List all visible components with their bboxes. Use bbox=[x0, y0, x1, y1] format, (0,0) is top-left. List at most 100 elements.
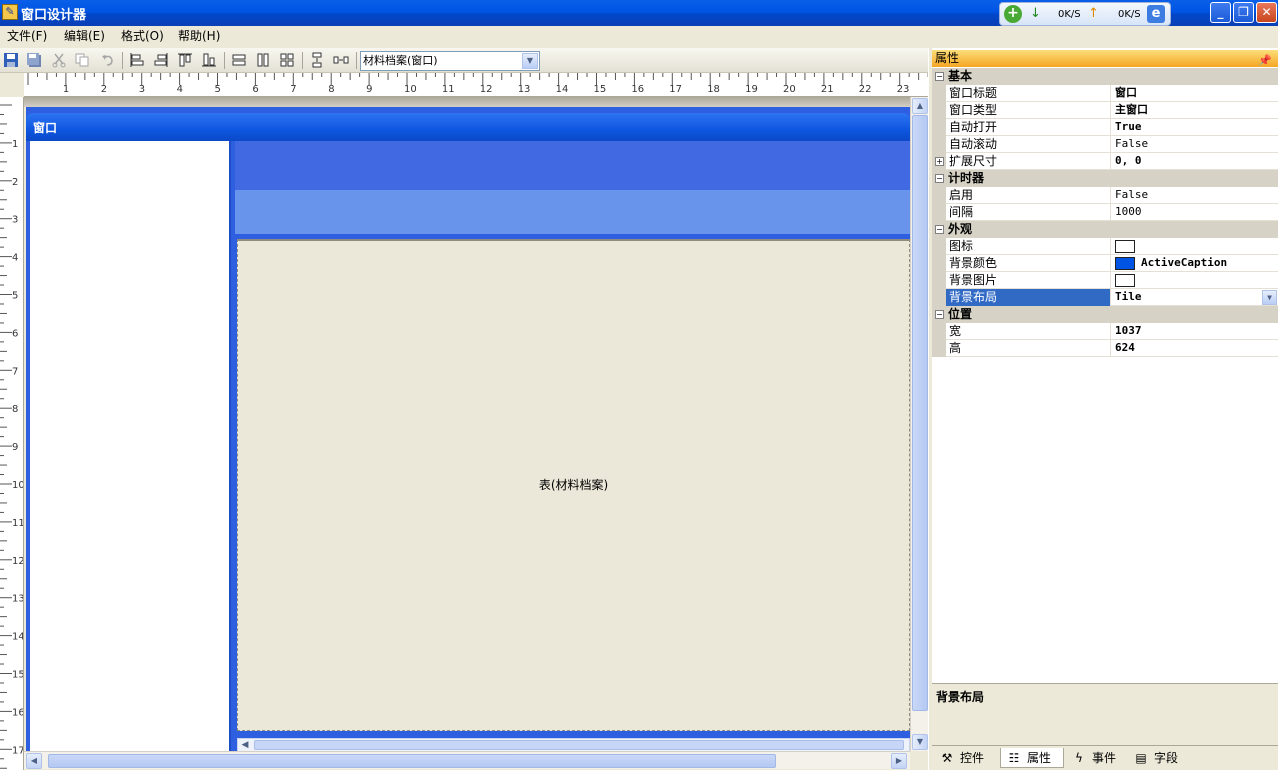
property-row[interactable]: 背景颜色 ActiveCaption bbox=[932, 255, 1278, 272]
cut-icon[interactable] bbox=[51, 52, 67, 68]
property-row[interactable]: 间隔 1000 bbox=[932, 204, 1278, 221]
scroll-left-icon[interactable]: ◀ bbox=[26, 753, 42, 769]
form-caption-bar[interactable]: 窗口 bbox=[26, 113, 910, 141]
property-value[interactable]: 主窗口 bbox=[1112, 102, 1278, 119]
align-bottom-icon[interactable] bbox=[201, 52, 217, 68]
property-row[interactable]: 背景图片 bbox=[932, 272, 1278, 289]
property-row[interactable]: 宽 1037 bbox=[932, 323, 1278, 340]
horizontal-scroll-thumb[interactable] bbox=[48, 754, 776, 768]
chevron-down-icon[interactable]: ▼ bbox=[522, 53, 538, 69]
scroll-left-icon[interactable]: ◀ bbox=[238, 739, 252, 751]
scroll-right-icon[interactable]: ▶ bbox=[891, 753, 907, 769]
save-all-icon[interactable] bbox=[26, 52, 42, 68]
property-value[interactable]: True bbox=[1112, 119, 1278, 136]
tab-4[interactable]: ▤ 字段 bbox=[1128, 748, 1190, 768]
property-row[interactable]: 窗口类型 主窗口 bbox=[932, 102, 1278, 119]
property-name[interactable]: 扩展尺寸 bbox=[946, 153, 1111, 170]
accelerator-icon[interactable]: + bbox=[1004, 5, 1022, 23]
vertical-spacing-icon[interactable] bbox=[309, 52, 325, 68]
lightning-icon: ϟ bbox=[1075, 751, 1083, 765]
property-category[interactable]: − 计时器 bbox=[932, 170, 1278, 187]
table-control[interactable]: 表(材料档案) bbox=[237, 239, 910, 731]
property-value[interactable]: 窗口 bbox=[1112, 85, 1278, 102]
scroll-thumb[interactable] bbox=[254, 740, 904, 750]
property-row[interactable]: + 扩展尺寸 0, 0 bbox=[932, 153, 1278, 170]
property-value[interactable]: 1037 bbox=[1112, 323, 1278, 340]
undo-icon[interactable] bbox=[100, 52, 116, 68]
collapse-icon[interactable]: − bbox=[935, 225, 944, 234]
menu-format[interactable]: 格式(O) bbox=[118, 28, 167, 46]
tab-2[interactable]: ☷ 属性 bbox=[1000, 748, 1064, 768]
property-row[interactable]: 自动滚动 False bbox=[932, 136, 1278, 153]
property-name[interactable]: 背景颜色 bbox=[946, 255, 1111, 272]
menu-help[interactable]: 帮助(H) bbox=[175, 28, 223, 46]
property-value[interactable]: 0, 0 bbox=[1112, 153, 1278, 170]
header-band[interactable] bbox=[235, 141, 910, 190]
same-size-icon[interactable] bbox=[279, 52, 295, 68]
close-button[interactable]: ✕ bbox=[1256, 2, 1277, 23]
property-name[interactable]: 窗口类型 bbox=[946, 102, 1111, 119]
property-row[interactable]: 图标 bbox=[932, 238, 1278, 255]
property-name[interactable]: 自动滚动 bbox=[946, 136, 1111, 153]
property-category[interactable]: − 外观 bbox=[932, 221, 1278, 238]
property-value[interactable] bbox=[1112, 238, 1278, 255]
property-name[interactable]: 宽 bbox=[946, 323, 1111, 340]
property-value[interactable]: Tile ▼ bbox=[1112, 289, 1278, 306]
title-bar: ✎ 窗口设计器 + ↓ 0K/S ↑ 0K/S e _ ❐ ✕ bbox=[0, 0, 1278, 26]
property-row[interactable]: 启用 False bbox=[932, 187, 1278, 204]
tab-1[interactable]: ⚒ 控件 bbox=[934, 748, 998, 768]
property-category[interactable]: − 基本 bbox=[932, 68, 1278, 85]
pin-icon[interactable]: 📌 bbox=[1258, 52, 1272, 69]
network-speed-widget[interactable]: + ↓ 0K/S ↑ 0K/S e bbox=[999, 2, 1171, 26]
property-value[interactable]: False bbox=[1112, 187, 1278, 204]
scroll-down-icon[interactable]: ▼ bbox=[912, 734, 928, 750]
property-value[interactable]: 1000 bbox=[1112, 204, 1278, 221]
menu-file[interactable]: 文件(F) bbox=[4, 28, 50, 46]
collapse-icon[interactable]: − bbox=[935, 174, 944, 183]
property-name[interactable]: 间隔 bbox=[946, 204, 1111, 221]
object-select[interactable]: 材料档案(窗口) ▼ bbox=[360, 51, 540, 71]
align-left-icon[interactable] bbox=[129, 52, 145, 68]
property-value[interactable] bbox=[1112, 272, 1278, 289]
property-name[interactable]: 启用 bbox=[946, 187, 1111, 204]
restore-button[interactable]: ❐ bbox=[1233, 2, 1254, 23]
property-name[interactable]: 高 bbox=[946, 340, 1111, 357]
browser-icon[interactable]: e bbox=[1147, 5, 1165, 23]
property-name[interactable]: 自动打开 bbox=[946, 119, 1111, 136]
property-value[interactable]: False bbox=[1112, 136, 1278, 153]
form-caption: 窗口 bbox=[33, 121, 58, 135]
minimize-button[interactable]: _ bbox=[1210, 2, 1231, 23]
property-row[interactable]: 背景布局 Tile ▼ bbox=[932, 289, 1278, 306]
expand-icon[interactable]: + bbox=[935, 157, 944, 166]
same-width-icon[interactable] bbox=[231, 52, 247, 68]
collapse-icon[interactable]: − bbox=[935, 310, 944, 319]
vertical-scrollbar[interactable]: ▲ ▼ bbox=[910, 97, 928, 751]
horizontal-spacing-icon[interactable] bbox=[333, 52, 349, 68]
property-value[interactable]: ActiveCaption bbox=[1112, 255, 1278, 272]
collapse-icon[interactable]: − bbox=[935, 72, 944, 81]
same-height-icon[interactable] bbox=[255, 52, 271, 68]
table-horizontal-scrollbar[interactable]: ◀ bbox=[237, 738, 910, 752]
horizontal-scrollbar[interactable]: ◀ ▶ bbox=[24, 751, 910, 769]
property-row[interactable]: 自动打开 True bbox=[932, 119, 1278, 136]
scroll-up-icon[interactable]: ▲ bbox=[912, 98, 928, 114]
align-top-icon[interactable] bbox=[177, 52, 193, 68]
property-name[interactable]: 背景图片 bbox=[946, 272, 1111, 289]
property-row[interactable]: 高 624 bbox=[932, 340, 1278, 357]
save-icon[interactable] bbox=[3, 52, 19, 68]
property-name[interactable]: 图标 bbox=[946, 238, 1111, 255]
vertical-scroll-thumb[interactable] bbox=[912, 115, 928, 711]
property-row[interactable]: 窗口标题 窗口 bbox=[932, 85, 1278, 102]
property-category[interactable]: − 位置 bbox=[932, 306, 1278, 323]
property-value[interactable]: 624 bbox=[1112, 340, 1278, 357]
menu-edit[interactable]: 编辑(E) bbox=[61, 28, 108, 46]
property-name[interactable]: 窗口标题 bbox=[946, 85, 1111, 102]
align-right-icon[interactable] bbox=[153, 52, 169, 68]
property-name[interactable]: 背景布局 bbox=[946, 289, 1111, 306]
tab-3[interactable]: ϟ 事件 bbox=[1066, 748, 1126, 768]
form-window[interactable]: 窗口 表(材料档案) ◀ bbox=[26, 107, 910, 752]
left-panel[interactable] bbox=[30, 141, 231, 752]
subheader-band[interactable] bbox=[235, 190, 910, 234]
copy-icon[interactable] bbox=[74, 52, 90, 68]
chevron-down-icon[interactable]: ▼ bbox=[1262, 290, 1277, 305]
